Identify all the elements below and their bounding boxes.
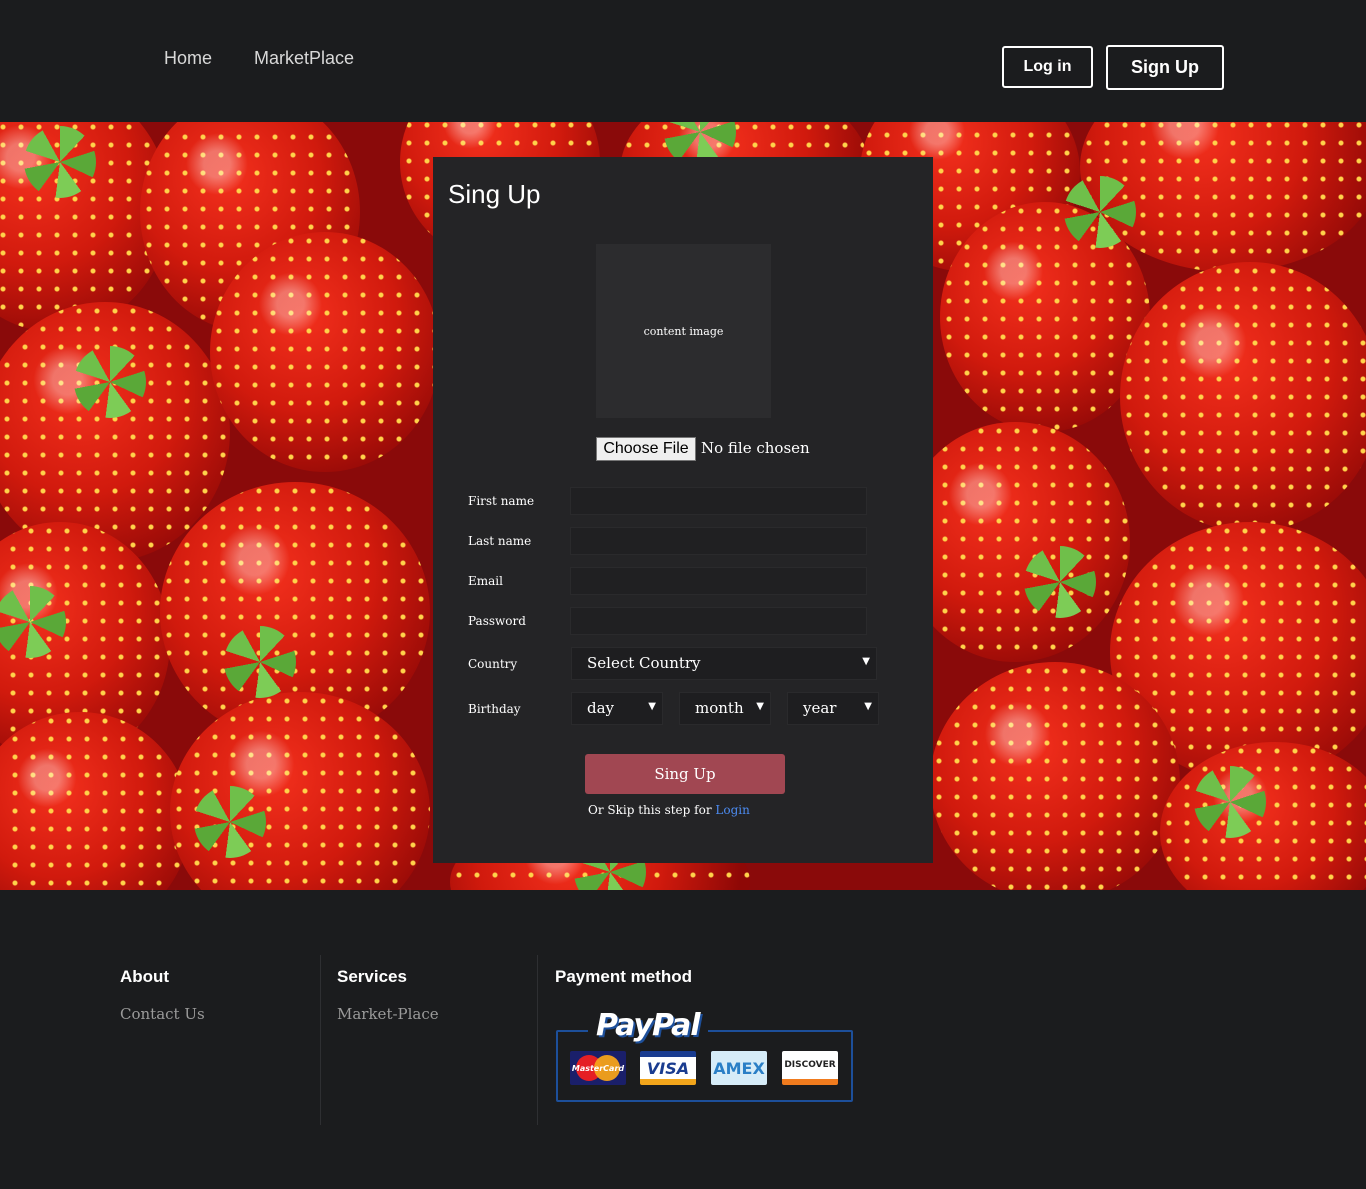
email-label: Email (468, 574, 503, 588)
nav-home-link[interactable]: Home (164, 48, 212, 69)
country-select[interactable]: Select Country ▼ (571, 647, 877, 680)
skip-message: Or Skip this step for (588, 803, 712, 817)
amex-icon: AMEX (711, 1051, 767, 1085)
paypal-wordmark: PayPal (588, 1008, 708, 1043)
last-name-label: Last name (468, 534, 532, 548)
first-name-input[interactable] (570, 487, 867, 515)
footer-divider (537, 955, 538, 1125)
footer-services-heading: Services (337, 967, 407, 986)
skip-login-link[interactable]: Login (715, 803, 749, 817)
footer-payment-heading: Payment method (555, 967, 692, 986)
dropdown-arrow-icon: ▼ (648, 701, 656, 712)
footer-marketplace-link[interactable]: Market-Place (337, 1005, 439, 1023)
choose-file-button[interactable]: Choose File (596, 437, 696, 461)
password-input[interactable] (570, 607, 867, 635)
skip-text: Or Skip this step for Login (588, 803, 750, 817)
country-select-value: Select Country (587, 654, 701, 672)
birthday-month-select[interactable]: month ▼ (679, 692, 771, 725)
email-input[interactable] (570, 567, 867, 595)
form-title: Sing Up (448, 179, 541, 209)
nav-marketplace-link[interactable]: MarketPlace (254, 48, 354, 69)
paypal-payment-logo: PayPal MasterCard VISA AMEX DISCOVER (556, 1008, 853, 1102)
signup-form-card: Sing Up content image Choose File No fil… (433, 157, 933, 863)
footer-about-heading: About (120, 967, 170, 986)
first-name-label: First name (468, 494, 535, 508)
discover-icon: DISCOVER (782, 1051, 838, 1085)
dropdown-arrow-icon: ▼ (864, 701, 872, 712)
signup-submit-button[interactable]: Sing Up (585, 754, 785, 794)
dropdown-arrow-icon: ▼ (756, 701, 764, 712)
visa-icon: VISA (640, 1051, 696, 1085)
country-label: Country (468, 657, 518, 671)
birthday-year-select[interactable]: year ▼ (787, 692, 879, 725)
dropdown-arrow-icon: ▼ (862, 656, 870, 667)
birthday-label: Birthday (468, 702, 521, 716)
birthday-day-select[interactable]: day ▼ (571, 692, 663, 725)
file-status-text: No file chosen (701, 439, 810, 457)
password-label: Password (468, 614, 526, 628)
last-name-input[interactable] (570, 527, 867, 555)
top-navbar: Home MarketPlace Log in Sign Up (0, 0, 1366, 122)
footer-divider (320, 955, 321, 1125)
profile-image-placeholder: content image (596, 244, 771, 418)
year-select-value: year (803, 699, 837, 717)
day-select-value: day (587, 699, 615, 717)
month-select-value: month (695, 699, 744, 717)
signup-button[interactable]: Sign Up (1106, 45, 1224, 90)
footer-contact-link[interactable]: Contact Us (120, 1005, 205, 1023)
login-button[interactable]: Log in (1002, 46, 1093, 88)
mastercard-icon: MasterCard (570, 1051, 626, 1085)
